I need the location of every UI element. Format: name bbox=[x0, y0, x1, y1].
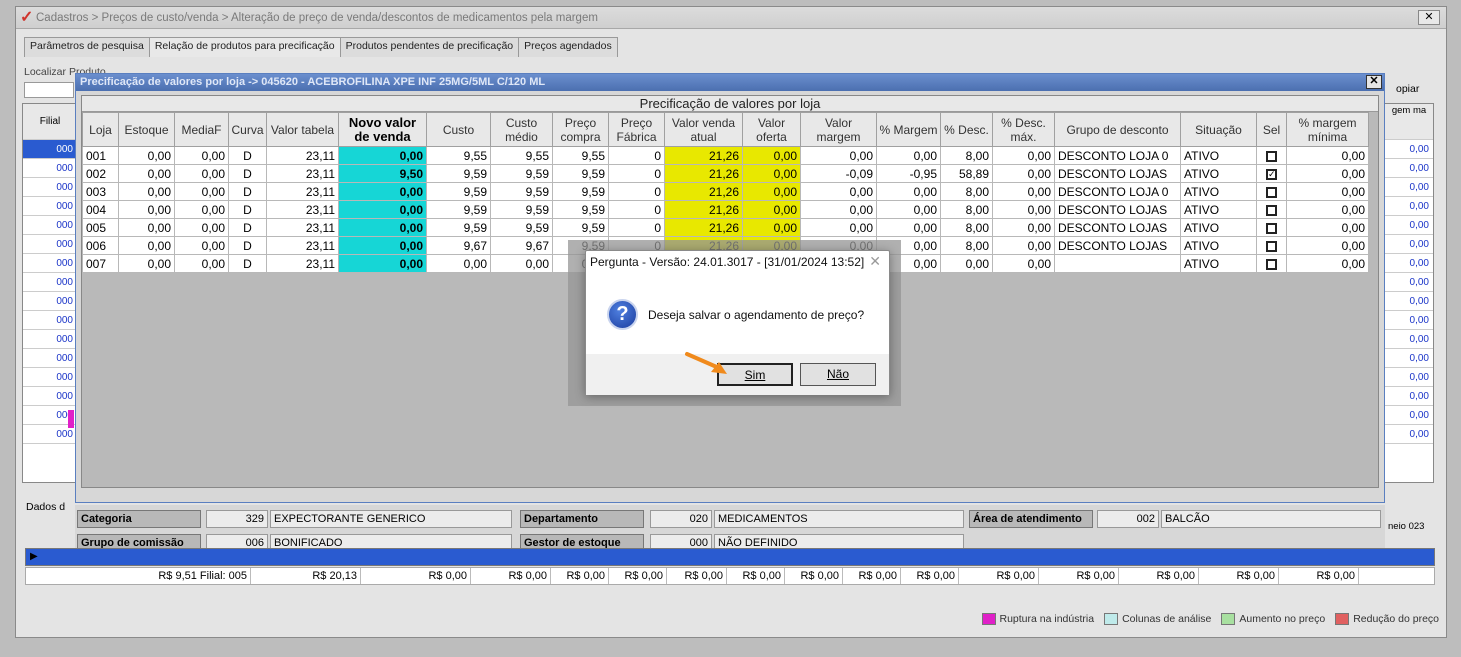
modal-close-icon[interactable]: ✕ bbox=[869, 253, 881, 270]
no-button[interactable]: Não bbox=[800, 363, 876, 386]
pointer-arrow-icon bbox=[685, 352, 727, 374]
modal-title: Pergunta - Versão: 24.01.3017 - [31/01/2… bbox=[590, 255, 865, 269]
question-modal: Pergunta - Versão: 24.01.3017 - [31/01/2… bbox=[585, 250, 890, 395]
question-icon: ? bbox=[607, 299, 638, 330]
modal-message: Deseja salvar o agendamento de preço? bbox=[648, 308, 865, 322]
